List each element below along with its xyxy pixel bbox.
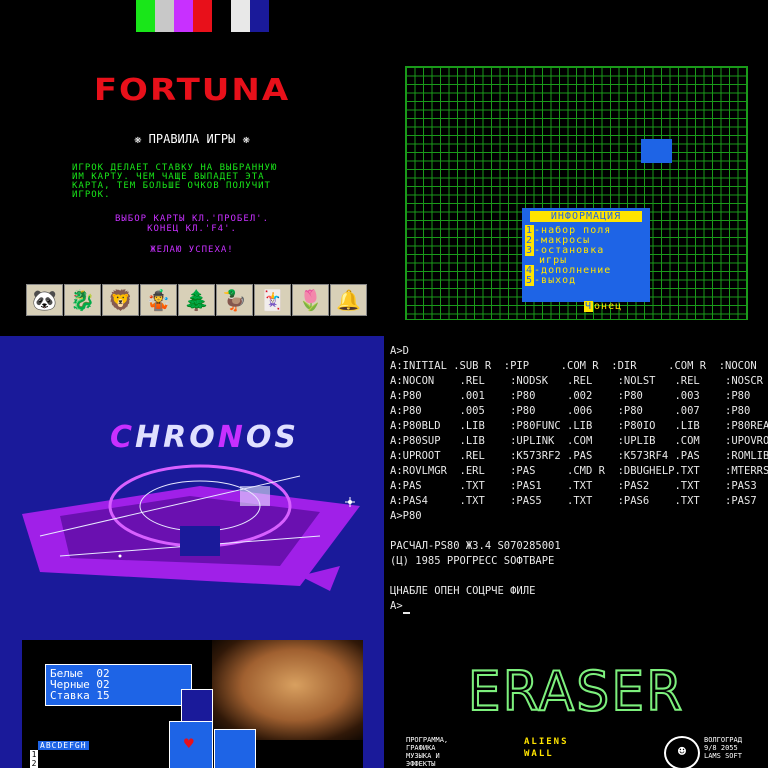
rules-line: КАРТА, ТЕМ БОЛЬШЕ ОЧКОВ ПОЛУЧИТ (72, 181, 271, 191)
credits-line: МУЗЫКА И (406, 752, 440, 760)
controls-line: КОНЕЦ КЛ.'F4'. (147, 224, 237, 234)
terminal-cursor (402, 612, 410, 614)
title-part: C (110, 420, 136, 455)
bell-flower-icon[interactable]: 🔔 (330, 284, 367, 316)
eraser-screen: ERASER ПРОГРАММА, ГРАФИКА МУЗЫКА И ЭФФЕК… (384, 624, 768, 768)
terminal-line: A:UPROOT .REL :K573RF2 .PAS :K573RF4 .PA… (390, 450, 768, 462)
terminal-line: A:PAS4 .TXT :PAS5 .TXT :PAS6 .TXT :PAS7 … (390, 495, 768, 507)
dragon-icon[interactable]: 🐉 (64, 284, 101, 316)
terminal-line: A:P80 .001 :P80 .002 :P80 .003 :P80 .0 (390, 390, 768, 402)
color-swatch (250, 0, 269, 32)
terminal-line: A:P80SUP .LIB :UPLINK .COM :UPLIB .COM :… (390, 435, 768, 447)
menu-item-label: -выход (534, 275, 577, 286)
chronos-screen: CHRONOS (0, 336, 384, 624)
terminal-line: РАСЧАЛ-PS80 Ж3.4 S070285001 (390, 540, 561, 552)
color-swatch (136, 0, 155, 32)
end-key: Ч (584, 301, 594, 312)
terminal-line: A:PAS .TXT :PAS1 .TXT :PAS2 .TXT :PAS3 .… (390, 480, 768, 492)
wall-label: WALL (524, 749, 554, 759)
terminal-line: A>P80 (390, 510, 422, 522)
color-swatch (174, 0, 193, 32)
copyright-line: 9/8 2055 (704, 744, 738, 752)
card-row: 🐼 🐉 🦁 🤹 🌲 🦆 🃏 🌷 🔔 (26, 284, 367, 316)
rules-line: ИГРОК. (72, 190, 111, 200)
portrait-image (212, 640, 363, 740)
grid-editor-screen: ИНФОРМАЦИЯ 1-набор поля 2-макросы 3-оста… (384, 32, 768, 336)
good-luck-text: ЖЕЛАЮ УСПЕХА! (150, 245, 234, 255)
terminal-line: ЦНАБЛЕ ОПЕН СОЦРЧЕ ФИЛЕ (390, 585, 536, 597)
info-menu-title: ИНФОРМАЦИЯ (530, 211, 642, 222)
terminal-line: A:ROVLMGR .ERL :PAS .CMD R :DBUGHELP.TXT… (390, 465, 768, 477)
info-menu: ИНФОРМАЦИЯ 1-набор поля 2-макросы 3-оста… (522, 208, 650, 302)
cpm-terminal[interactable]: A>D A:INITIAL .SUB R :PIP .COM R :DIR .CO… (384, 336, 768, 624)
color-swatch (231, 0, 250, 32)
end-label: онец (594, 301, 623, 312)
playing-card[interactable] (214, 729, 256, 768)
terminal-line: A:INITIAL .SUB R :PIP .COM R :DIR .COM R… (390, 360, 768, 372)
menu-item-exit[interactable]: 5-выход (525, 275, 577, 286)
playing-card[interactable]: ♥ (169, 721, 213, 768)
chronos-title: CHRONOS (110, 420, 299, 455)
terminal-line: A>D (390, 345, 409, 357)
flower-icon[interactable]: 🌷 (292, 284, 329, 316)
controls-text: ВЫБОР КАРТЫ КЛ.'ПРОБЕЛ'. КОНЕЦ КЛ.'F4'. (0, 214, 384, 234)
bet-value: Ставка 15 (50, 690, 110, 702)
credits-line: ГРАФИКА (406, 744, 436, 752)
title-part: OS (245, 420, 299, 455)
color-swatch (155, 0, 174, 32)
title-part: N (217, 420, 246, 455)
credits-text: ПРОГРАММА, ГРАФИКА МУЗЫКА И ЭФФЕКТЫ (406, 736, 448, 768)
tree-icon[interactable]: 🌲 (178, 284, 215, 316)
color-swatch (212, 0, 231, 32)
credits-line: ЭФФЕКТЫ (406, 760, 436, 768)
grid-cursor (641, 139, 672, 163)
controls-line: ВЫБОР КАРТЫ КЛ.'ПРОБЕЛ'. (114, 214, 270, 224)
menu-item-key: 5 (525, 275, 535, 286)
game-area: Белые 02 Черные 02 Ставка 15 ABCDEFGH 1 … (22, 640, 363, 768)
terminal-line: A:P80 .005 :P80 .006 :P80 .007 :P80 .C (390, 405, 768, 417)
fortuna-title: FORTUNA (93, 72, 291, 108)
color-swatch (193, 0, 212, 32)
heart-icon: ♥ (184, 734, 194, 753)
copyright-line: ВОЛГОГРАД (704, 736, 742, 744)
score-label: Ставка (50, 689, 90, 702)
row-numbers: 1 2 (30, 750, 38, 768)
row-number: 2 (31, 759, 37, 768)
terminal-line: A> (390, 599, 410, 614)
score-value: 15 (96, 689, 110, 702)
title-part: HRO (135, 420, 218, 455)
panda-icon[interactable]: 🐼 (26, 284, 63, 316)
end-option[interactable]: Чонец (584, 301, 622, 312)
terminal-line: A:NOCON .REL :NODSK .REL :NOLST .REL :NO… (390, 375, 768, 387)
aliens-label: ALIENS (524, 737, 569, 747)
enemy-legend: ALIENS WALL (524, 736, 569, 760)
rules-text: ИГРОК ДЕЛАЕТ СТАВКУ НА ВЫБРАННУЮ ИМ КАРТ… (72, 164, 342, 200)
column-header: ABCDEFGH (38, 741, 89, 750)
chronos-spaceship-art (22, 464, 360, 591)
copyright-text: ВОЛГОГРАД 9/8 2055 LAMS SOFT (704, 736, 742, 760)
studio-logo-icon: ☻ (664, 736, 700, 768)
copyright-line: LAMS SOFT (704, 752, 742, 760)
eraser-title: ERASER (467, 659, 685, 724)
credits-line: ПРОГРАММА, (406, 736, 449, 744)
row-number: 1 (31, 750, 37, 759)
jester-icon[interactable]: 🃏 (254, 284, 291, 316)
palette-strip (136, 0, 269, 32)
terminal-line: A:P80BLD .LIB :P80FUNC .LIB :P80IO .LIB … (390, 420, 768, 432)
rules-heading: ❋ ПРАВИЛА ИГРЫ ❋ (134, 132, 250, 146)
terminal-line: (Ц) 1985 РРОГРЕСС SОФТВАРЕ (390, 555, 555, 567)
duck-icon[interactable]: 🦆 (216, 284, 253, 316)
score-panel: Белые 02 Черные 02 Ставка 15 (45, 664, 213, 731)
clown-icon[interactable]: 🤹 (140, 284, 177, 316)
fortuna-screen: FORTUNA ❋ ПРАВИЛА ИГРЫ ❋ ИГРОК ДЕЛАЕТ СТ… (0, 32, 384, 336)
card-game-screen: Белые 02 Черные 02 Ставка 15 ABCDEFGH 1 … (0, 624, 384, 768)
lion-icon[interactable]: 🦁 (102, 284, 139, 316)
